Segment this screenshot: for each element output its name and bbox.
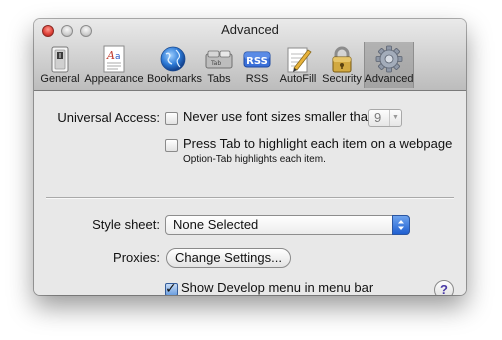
- toolbar-item-advanced[interactable]: Advanced: [364, 42, 414, 88]
- toolbar-item-tabs[interactable]: Tab Tabs: [200, 42, 238, 88]
- autofill-pen-icon: [282, 44, 314, 74]
- never-font-size-label: Never use font sizes smaller than: [183, 109, 376, 124]
- security-lock-icon: [326, 44, 358, 74]
- toolbar-item-security[interactable]: Security: [321, 42, 363, 88]
- svg-text:a: a: [115, 52, 121, 62]
- press-tab-label: Press Tab to highlight each item on a we…: [183, 136, 453, 151]
- show-develop-menu-label: Show Develop menu in menu bar: [181, 280, 374, 295]
- checkmark-icon: ✓: [165, 280, 177, 295]
- style-sheet-label: Style sheet:: [92, 217, 160, 232]
- screen: Advanced General A a Appearance Bookmark…: [0, 0, 502, 340]
- chevron-down-icon: ▼: [389, 110, 401, 126]
- rss-icon: RSS: [241, 44, 273, 74]
- style-sheet-popup[interactable]: None Selected: [165, 215, 410, 235]
- style-sheet-value: None Selected: [173, 217, 259, 232]
- minimum-font-size-select[interactable]: 9 ▼: [368, 109, 402, 127]
- proxies-label: Proxies:: [113, 250, 160, 265]
- tabs-icon: Tab: [203, 44, 235, 74]
- section-divider: [46, 197, 454, 198]
- minimum-font-size-value: 9: [374, 110, 382, 125]
- toolbar-label-security: Security: [322, 73, 362, 85]
- toolbar-item-appearance[interactable]: A a Appearance: [82, 42, 146, 88]
- change-settings-button[interactable]: Change Settings...: [166, 248, 291, 268]
- help-button[interactable]: ?: [434, 280, 454, 295]
- press-tab-checkbox[interactable]: [165, 139, 178, 152]
- window-title: Advanced: [221, 22, 279, 37]
- universal-access-label: Universal Access:: [57, 110, 160, 125]
- svg-text:A: A: [106, 49, 115, 62]
- toolbar-label-tabs: Tabs: [207, 73, 231, 85]
- toolbar-label-bookmarks: Bookmarks: [147, 73, 203, 85]
- appearance-font-icon: A a: [98, 44, 130, 74]
- toolbar-label-advanced: Advanced: [364, 73, 414, 85]
- toolbar-label-general: General: [40, 73, 80, 85]
- toolbar-item-bookmarks[interactable]: Bookmarks: [147, 42, 203, 88]
- toolbar-item-general[interactable]: General: [39, 42, 81, 88]
- toolbar-label-autofill: AutoFill: [279, 73, 317, 85]
- popup-arrows-icon: [392, 215, 410, 235]
- rss-badge-text: RSS: [246, 56, 268, 67]
- show-develop-menu-checkbox[interactable]: ✓: [165, 280, 178, 295]
- never-font-size-checkbox[interactable]: [165, 112, 178, 125]
- toolbar-item-rss[interactable]: RSS RSS: [239, 42, 275, 88]
- advanced-gear-icon: [373, 44, 405, 74]
- preferences-window: Advanced General A a Appearance Bookmark…: [34, 19, 466, 295]
- general-switch-icon: [44, 44, 76, 74]
- bookmarks-globe-icon: [157, 44, 189, 74]
- toolbar-item-autofill[interactable]: AutoFill: [276, 42, 320, 88]
- svg-text:Tab: Tab: [210, 60, 221, 67]
- press-tab-hint: Option-Tab highlights each item.: [183, 154, 326, 165]
- toolbar-label-appearance: Appearance: [84, 73, 144, 85]
- window-chrome: Advanced General A a Appearance Bookmark…: [34, 19, 466, 91]
- advanced-pane: Universal Access: Never use font sizes s…: [34, 91, 466, 295]
- toolbar-label-rss: RSS: [245, 73, 269, 85]
